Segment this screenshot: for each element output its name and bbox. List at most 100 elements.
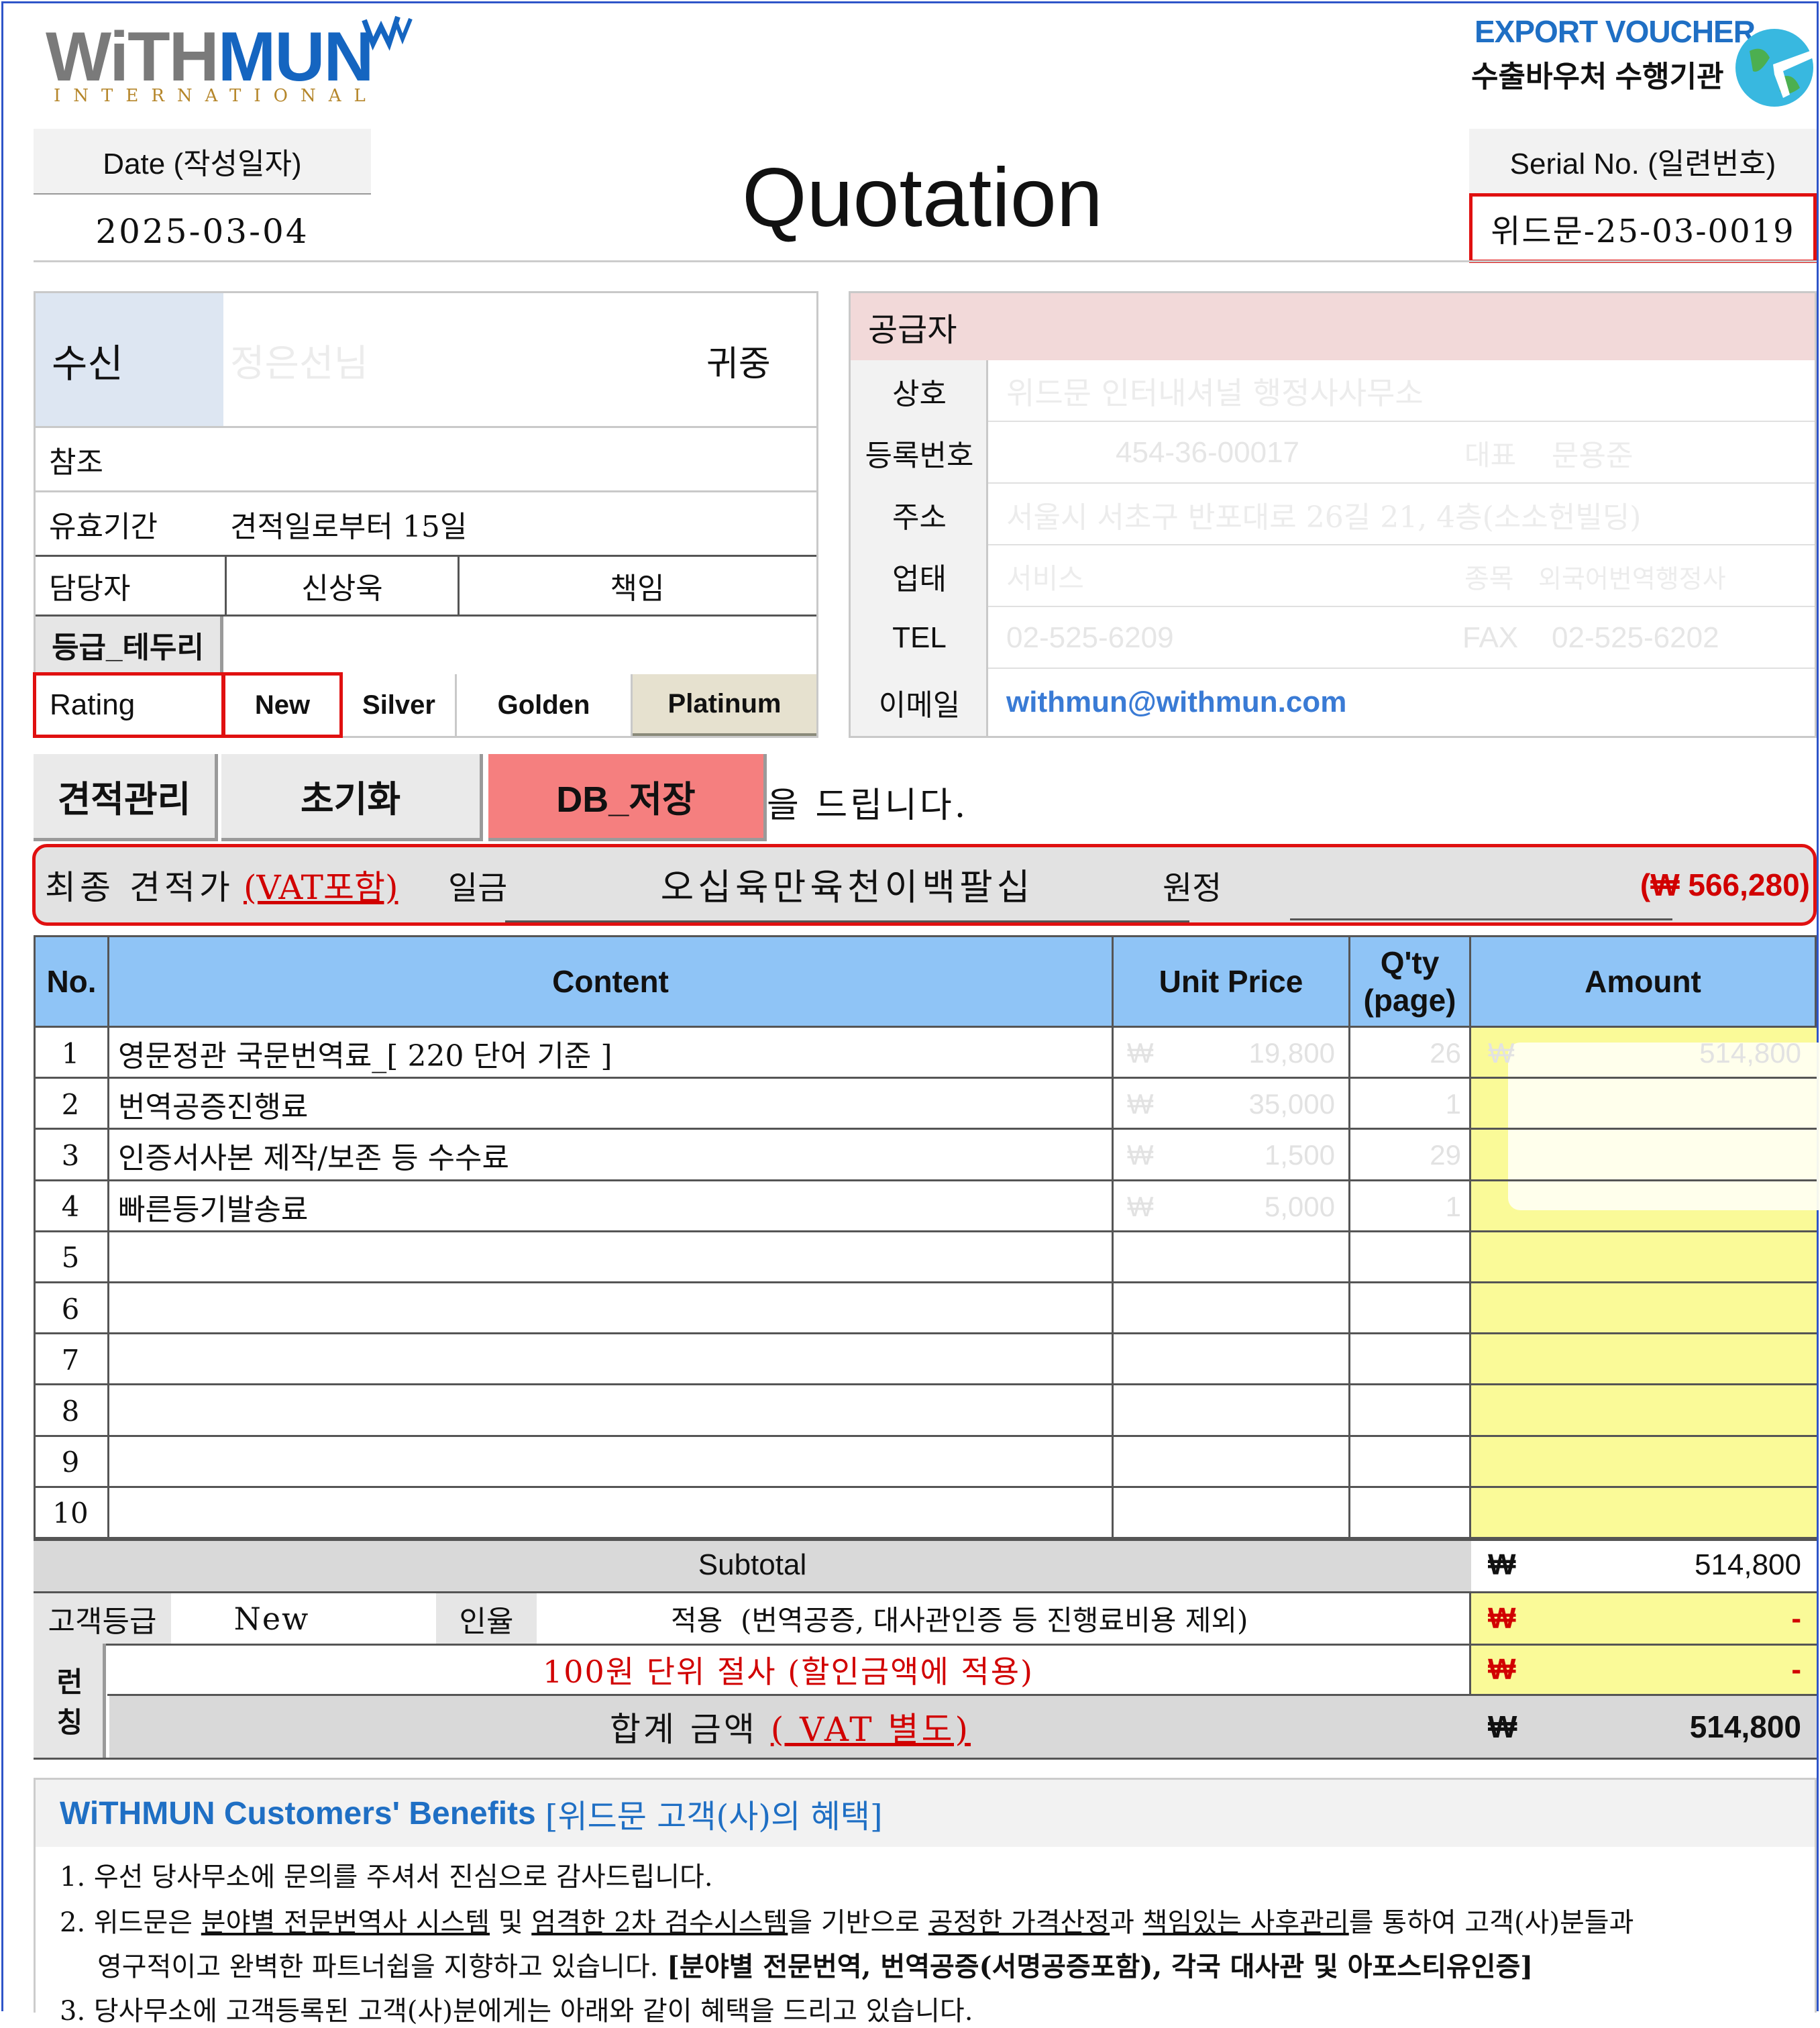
row-price-currency: ₩ [1127, 1088, 1154, 1120]
col-header-unit-price: Unit Price [1114, 935, 1350, 1028]
ref-label: 참조 [49, 445, 103, 480]
table-row: 2 번역공증진행료 ₩35,000 1 [34, 1079, 1817, 1130]
row-content[interactable]: 번역공증진행료 [118, 1079, 1104, 1130]
row-content[interactable]: 영문정관 국문번역료_[ 220 단어 기준 ] [118, 1028, 1104, 1079]
table-row: 10 [34, 1488, 1817, 1539]
final-vat-note: (VAT포함) [244, 868, 398, 907]
ceo-value: 문용준 [1552, 439, 1634, 473]
manager-label: 담당자 [49, 572, 131, 606]
rounding-side-label-2: 칭 [56, 1706, 83, 1738]
table-row: 6 [34, 1283, 1817, 1335]
row-unit-price: 5,000 [1264, 1190, 1335, 1222]
recipient-label: 수신 [36, 293, 223, 427]
ref-value[interactable] [223, 427, 814, 491]
grade-border-button[interactable]: 등급_테두리 [36, 617, 223, 676]
row-price-currency: ₩ [1127, 1139, 1154, 1171]
export-voucher-logo: EXPORT VOUCHER 수출바우처 수행기관 [1468, 11, 1817, 111]
row-content[interactable] [118, 1283, 1104, 1334]
serial-value: 위드문-25-03-0019 [1469, 193, 1817, 263]
row-content[interactable] [118, 1437, 1104, 1488]
manager-title: 책임 [610, 572, 665, 606]
page-title: Quotation [742, 152, 1103, 244]
rounding-value: - [1791, 1653, 1801, 1686]
biztype-label: 업태 [892, 562, 947, 596]
fax-label: FAX [1462, 621, 1519, 654]
tel-label: TEL [892, 621, 947, 654]
discount-apply-note: 적용 (번역공증, 대사관인증 등 진행료비용 제외) [671, 1604, 1248, 1637]
row-content[interactable] [118, 1232, 1104, 1283]
email-link[interactable]: withmun@withmun.com [1006, 669, 1409, 736]
discount-currency: ₩ [1488, 1601, 1516, 1635]
reset-button[interactable]: 초기화 [221, 754, 483, 841]
recipient-block: 수신 정은선님 귀중 참조 유효기간 견적일로부터 15일 담당자 신상욱 책임… [33, 291, 818, 738]
row-qty: 1 [1445, 1088, 1461, 1120]
logo-text-a: WiTH [46, 18, 219, 96]
row-content[interactable]: 인증서사본 제작/보존 등 수수료 [118, 1130, 1104, 1181]
withmun-logo: WiTHMUN INTERNATIONAL [46, 13, 421, 107]
rating-label: Rating [33, 672, 225, 738]
serial-label: Serial No. (일련번호) [1469, 129, 1817, 193]
validity-value: 견적일로부터 15일 [230, 510, 468, 544]
items-table: No. Content Unit Price Q'ty (page) Amoun… [34, 935, 1820, 1760]
logo-subtitle: INTERNATIONAL [54, 86, 378, 106]
date-label: Date (작성일자) [34, 129, 371, 193]
rating-silver-button[interactable]: Silver [343, 674, 457, 736]
benefits-section: WiTHMUN Customers' Benefits [위드문 고객(사)의 … [34, 1778, 1817, 2027]
row-amount-currency: ₩ [1488, 1037, 1515, 1069]
table-row: 1 영문정관 국문번역료_[ 220 단어 기준 ] ₩19,800 26 ₩514,8… [34, 1028, 1817, 1079]
address-value: 서울시 서초구 반포대로 26길 21, 4층(소소헌빌딩) [1006, 500, 1642, 535]
rating-golden-button[interactable]: Golden [457, 674, 633, 736]
address-label: 주소 [892, 500, 947, 535]
row-unit-price: 1,500 [1264, 1139, 1335, 1171]
row-number: 6 [61, 1292, 80, 1326]
tel-value: 02-525-6209 [1006, 621, 1174, 654]
db-save-button[interactable]: DB_저장 [488, 754, 767, 841]
subtotal-value: 514,800 [1694, 1548, 1801, 1581]
quote-manage-button[interactable]: 견적관리 [34, 754, 218, 841]
benefit-line-2: 2. 위드문은 분야별 전문번역사 시스템 및 엄격한 2차 검수시스템을 기반… [60, 1907, 1634, 1938]
table-row: 9 [34, 1437, 1817, 1488]
logo-wave-icon [362, 15, 413, 51]
fax-value: 02-525-6202 [1552, 621, 1719, 654]
total-currency: ₩ [1488, 1709, 1517, 1744]
row-unit-price: 19,800 [1248, 1037, 1335, 1069]
benefit-line-4: 3. 당사무소에 고객등록된 고객(사)분에게는 아래와 같이 혜택을 드리고 … [60, 1996, 973, 2027]
col-header-no: No. [34, 935, 109, 1028]
manager-name: 신상욱 [225, 557, 460, 615]
row-number: 7 [61, 1343, 80, 1377]
rounding-note: 100원 단위 절사 (할인금액에 적용) [542, 1654, 1034, 1690]
row-content[interactable] [118, 1488, 1104, 1539]
row-number: 8 [61, 1394, 80, 1428]
email-label: 이메일 [878, 688, 961, 723]
total-value: 514,800 [1689, 1709, 1801, 1744]
benefit-line-3: 영구적이고 완벽한 파트너쉽을 지향하고 있습니다. [분야별 전문번역, 번역… [97, 1951, 1534, 1982]
validity-label: 유효기간 [49, 510, 158, 544]
total-vat-note: ( VAT 별도) [770, 1710, 971, 1749]
intro-suffix: 을 드립니다. [767, 785, 969, 826]
row-number: 1 [61, 1036, 80, 1070]
subtotal-currency: ₩ [1488, 1548, 1516, 1581]
row-price-currency: ₩ [1127, 1037, 1154, 1069]
benefits-title-ko: [위드문 고객(사)의 혜택] [545, 1798, 883, 1835]
discount-rate-label: 인율 [436, 1593, 537, 1644]
row-number: 10 [52, 1497, 89, 1530]
row-number: 4 [61, 1190, 80, 1224]
table-row: 3 인증서사본 제작/보존 등 수수료 ₩1,500 29 [34, 1130, 1817, 1181]
row-number: 2 [61, 1087, 80, 1121]
row-number: 5 [61, 1241, 80, 1275]
row-amount: 514,800 [1699, 1037, 1801, 1069]
globe-plane-icon [1735, 29, 1813, 107]
rating-new-button[interactable]: New [222, 672, 343, 738]
row-content[interactable] [118, 1385, 1104, 1436]
row-content[interactable] [118, 1334, 1104, 1385]
logo-text-b: MUN [217, 18, 374, 96]
rounding-side-label-1: 런 [56, 1666, 83, 1698]
discount-value: - [1791, 1601, 1801, 1635]
rating-platinum-button[interactable]: Platinum [633, 674, 816, 736]
benefits-title-en: WiTHMUN Customers' Benefits [60, 1795, 536, 1831]
benefit-line-1: 1. 우선 당사무소에 문의를 주셔서 진심으로 감사드립니다. [60, 1862, 713, 1892]
total-label: 합계 금액 [609, 1710, 757, 1749]
supplier-header: 공급자 [851, 293, 1815, 360]
row-content[interactable]: 빠른등기발송료 [118, 1181, 1104, 1232]
row-qty: 1 [1445, 1190, 1461, 1222]
